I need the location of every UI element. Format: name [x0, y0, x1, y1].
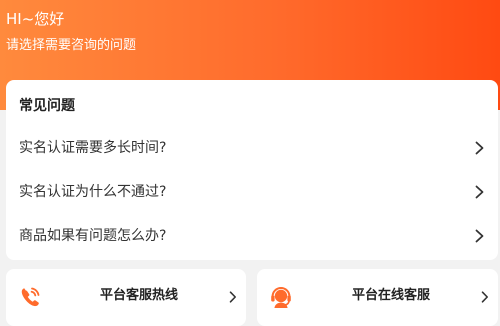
faq-item-label: 实名认证为什么不通过?: [19, 184, 167, 200]
faq-item-label: 实名认证需要多长时间?: [19, 140, 167, 156]
faq-item-label: 商品如果有问题怎么办?: [19, 228, 167, 244]
chevron-right-icon: [475, 229, 484, 243]
headset-agent-icon: [271, 286, 291, 308]
greeting-text: HI~您好: [6, 10, 65, 28]
chevron-right-icon: [481, 291, 488, 303]
faq-title: 常见问题: [19, 98, 75, 114]
online-service-button[interactable]: 平台在线客服: [257, 269, 498, 326]
hotline-service-button[interactable]: 平台客服热线: [6, 269, 246, 326]
chevron-right-icon: [475, 141, 484, 155]
faq-card: 常见问题 实名认证需要多长时间? 实名认证为什么不通过? 商品如果有问题怎么办?: [6, 80, 498, 260]
hotline-service-label: 平台客服热线: [100, 288, 179, 303]
faq-item-product-issue[interactable]: 商品如果有问题怎么办?: [6, 214, 498, 258]
faq-item-realname-failed[interactable]: 实名认证为什么不通过?: [6, 170, 498, 214]
chevron-right-icon: [229, 291, 236, 303]
phone-icon: [21, 287, 40, 307]
online-service-label: 平台在线客服: [352, 288, 431, 303]
faq-item-realname-duration[interactable]: 实名认证需要多长时间?: [6, 126, 498, 170]
chevron-right-icon: [475, 185, 484, 199]
subtitle-text: 请选择需要咨询的问题: [6, 38, 137, 53]
